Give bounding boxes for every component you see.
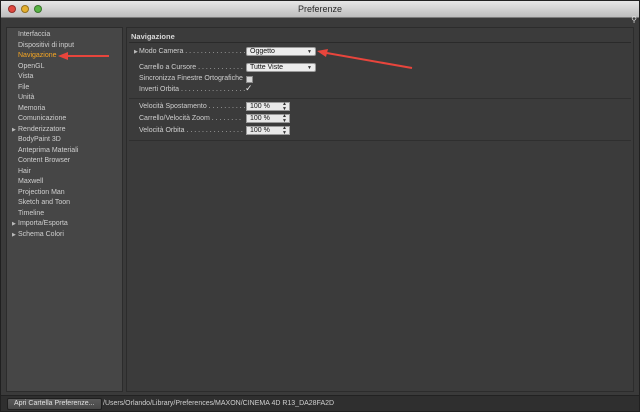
sidebar-item-label: Comunicazione [18, 115, 67, 122]
sidebar-item-label: Renderizzatore [18, 125, 66, 133]
title-bar: Preferenze [1, 1, 639, 18]
sidebar-item-label: OpenGL [18, 62, 45, 70]
sidebar-item[interactable]: Unità [7, 93, 123, 104]
sidebar-item[interactable]: Anteprima Materiali [7, 146, 123, 157]
sidebar-item-label: Hair [18, 167, 31, 175]
sidebar-item[interactable]: Content Browser [7, 156, 123, 167]
sidebar-item[interactable]: Interfaccia [7, 30, 123, 41]
sidebar-item[interactable]: BodyPaint 3D [7, 135, 123, 146]
sidebar-item[interactable]: OpenGL [7, 62, 123, 73]
search-icon[interactable]: ⚲ [631, 15, 637, 24]
sidebar-item-label: Interfaccia [18, 31, 51, 38]
velocita-spostamento-label: Velocità Spostamento . . . . . . . . . . [139, 103, 246, 110]
dropdown-arrow-icon: ▼ [307, 49, 312, 55]
carrello-zoom-label: Carrello/Velocità Zoom . . . . . . . . [139, 115, 241, 122]
sidebar-item-label: Anteprima Materiali [18, 146, 79, 154]
sidebar-item-label: Content Browser [18, 157, 71, 164]
sidebar-item-label: Projection Man [18, 188, 65, 196]
expand-triangle-icon[interactable]: ▶ [12, 219, 16, 230]
sidebar-item-label: Vista [18, 73, 34, 80]
divider [129, 140, 631, 141]
sidebar-item[interactable]: Hair [7, 167, 123, 178]
carrello-cursore-select[interactable]: Tutte Viste ▼ [246, 63, 316, 72]
sidebar-item[interactable]: Sketch and Toon [7, 198, 123, 209]
sidebar-item-label: Importa/Esporta [18, 220, 68, 227]
carrello-cursore-label: Carrello a Cursore . . . . . . . . . . .… [139, 64, 243, 71]
expand-triangle-icon[interactable]: ▶ [12, 230, 16, 241]
sidebar-item-label: Memoria [18, 104, 46, 112]
sidebar-item[interactable]: Projection Man [7, 188, 123, 199]
window-title: Preferenze [297, 4, 343, 14]
sincronizza-label: Sincronizza Finestre Ortografiche [139, 75, 243, 82]
stepper-icon[interactable]: ▲ ▼ [282, 126, 287, 136]
open-preferences-folder-button[interactable]: Apri Cartella Preferenze... [7, 398, 102, 410]
preferences-window: Preferenze ⚲ Interfaccia Dispositivi di i… [0, 0, 640, 412]
sidebar-item-label: File [18, 83, 30, 91]
stepper-icon[interactable]: ▲ ▼ [282, 102, 287, 112]
sidebar-item-label: Maxwell [18, 178, 44, 185]
sidebar-item[interactable]: File [7, 83, 123, 94]
sidebar-item[interactable]: Comunicazione [7, 114, 123, 125]
sidebar-item[interactable]: ▶ Schema Colori [7, 230, 123, 241]
sidebar-item[interactable]: Maxwell [7, 177, 123, 188]
expand-triangle-icon[interactable]: ▶ [134, 47, 138, 57]
velocita-spostamento-input[interactable]: 100 % ▲ ▼ [246, 102, 290, 112]
section-divider [129, 42, 631, 43]
sidebar-item-label: Timeline [18, 209, 45, 217]
preferences-sidebar: Interfaccia Dispositivi di input Navigazio… [6, 27, 123, 392]
sidebar-item-label: Navigazione [18, 52, 57, 59]
sidebar-item-label: Sketch and Toon [18, 199, 71, 206]
sidebar-item-label: BodyPaint 3D [18, 136, 61, 143]
divider [129, 98, 631, 99]
sidebar-item[interactable]: Timeline [7, 209, 123, 220]
footer-bar: Apri Cartella Preferenze... /Users/Orlan… [1, 395, 639, 411]
sidebar-item-label: Unità [18, 94, 35, 101]
sidebar-item[interactable]: Vista [7, 72, 123, 83]
sidebar-item[interactable]: ▶ Renderizzatore [7, 125, 123, 136]
velocita-orbita-input[interactable]: 100 % ▲ ▼ [246, 126, 290, 136]
stepper-icon[interactable]: ▲ ▼ [282, 114, 287, 124]
navigation-panel: Navigazione ▶ Modo Camera . . . . . . . … [126, 27, 634, 392]
sidebar-item-label: Dispositivi di input [18, 41, 75, 49]
carrello-zoom-input[interactable]: 100 % ▲ ▼ [246, 114, 290, 124]
sidebar-item[interactable]: Memoria [7, 104, 123, 115]
inverti-orbita-label: Inverti Orbita . . . . . . . . . . . . .… [139, 86, 246, 93]
sidebar-item-label: Schema Colori [18, 230, 64, 238]
sidebar-item[interactable]: Navigazione [7, 51, 123, 62]
inverti-orbita-checkbox[interactable]: ✓ [245, 84, 253, 93]
modo-camera-label: ▶ Modo Camera . . . . . . . . . . . . . … [134, 48, 250, 55]
dropdown-arrow-icon: ▼ [307, 65, 312, 71]
sidebar-item[interactable]: Dispositivi di input [7, 41, 123, 52]
preferences-path: /Users/Orlando/Library/Preferences/MAXON… [103, 400, 335, 407]
velocita-orbita-label: Velocità Orbita . . . . . . . . . . . . … [139, 127, 243, 134]
sincronizza-checkbox[interactable] [246, 76, 253, 83]
sidebar-item[interactable]: ▶ Importa/Esporta [7, 219, 123, 230]
modo-camera-select[interactable]: Oggetto ▼ [246, 47, 316, 56]
expand-triangle-icon[interactable]: ▶ [12, 125, 16, 136]
section-title: Navigazione [131, 32, 175, 41]
